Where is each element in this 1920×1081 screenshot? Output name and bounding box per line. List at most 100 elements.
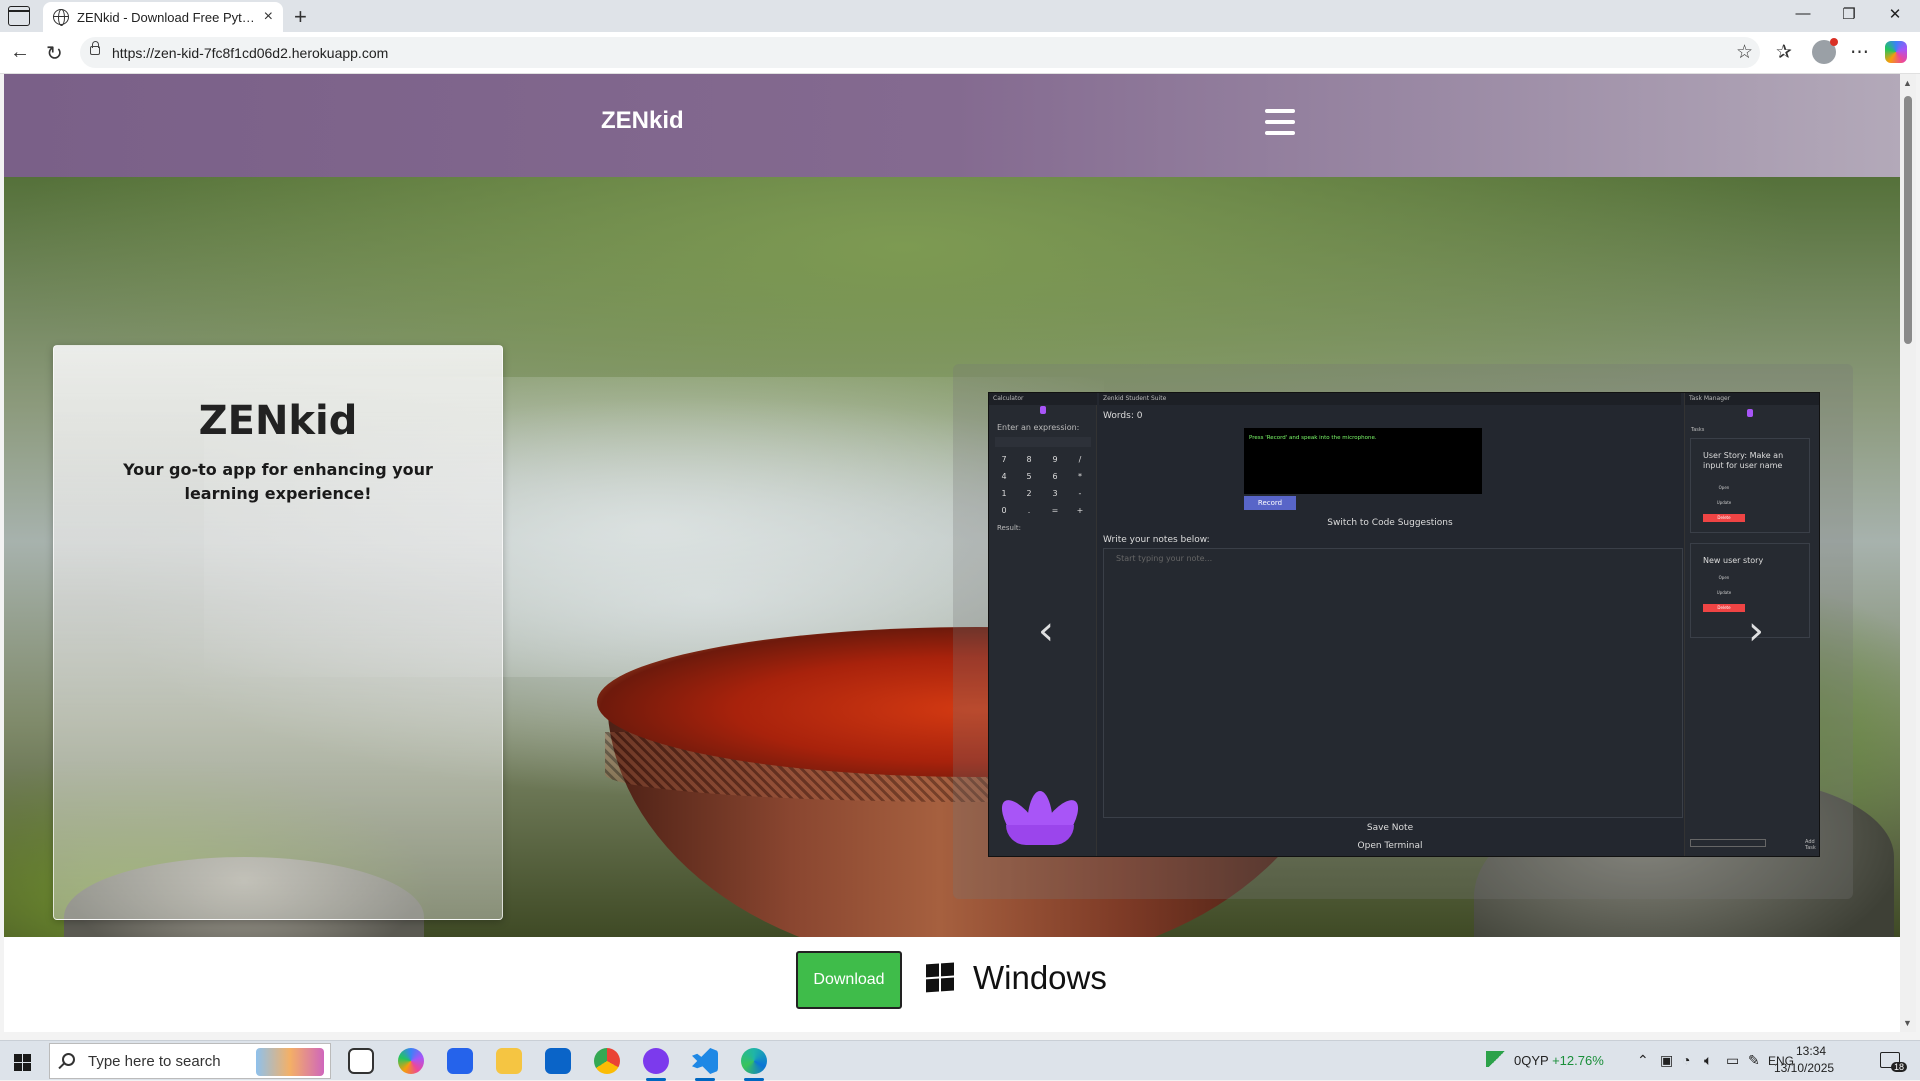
windows-logo-icon [926,962,954,992]
page-viewport: ZENkid ZENkid Your go-to app for enhanci… [4,74,1900,1032]
taskbar-search-box[interactable]: Type here to search [49,1043,331,1079]
stock-ticker: 0QYP [1514,1053,1549,1068]
globe-icon [53,9,69,26]
calculator-key: 2 [1026,489,1032,498]
meet-now-icon[interactable]: ▣ [1660,1052,1673,1069]
stock-widget[interactable]: 0QYP +12.76% [1486,1053,1604,1068]
calculator-key: 7 [1001,455,1007,464]
calculator-key: 6 [1052,472,1058,481]
microsoft-store-icon[interactable] [447,1048,473,1074]
calculator-key: - [1078,489,1082,498]
calculator-key: 4 [1001,472,1007,481]
task-update-button: Update [1716,500,1732,505]
intro-tagline: Your go-to app for enhancing your learni… [123,460,433,503]
volume-icon[interactable]: 🔈︎ [1704,1052,1712,1069]
calculator-expression-label: Enter an expression: [997,423,1080,432]
record-button: Record [1244,496,1296,510]
vscode-icon[interactable] [692,1048,718,1074]
screenshot-carousel: Calculator Enter an expression: 7 8 9 / … [953,364,1853,899]
more-options-icon[interactable]: ⋯ [1850,41,1869,64]
page-scrollbar[interactable]: ▲ ▼ [1900,74,1916,1032]
wifi-icon[interactable]: ◔ [1682,1052,1690,1068]
display-icon[interactable]: ▭ [1726,1052,1739,1069]
hamburger-menu-icon[interactable] [1265,109,1297,137]
lock-icon[interactable] [90,41,100,55]
reload-icon[interactable]: ↻ [46,41,63,66]
calculator-key: 9 [1052,455,1058,464]
clock-date[interactable]: 13/10/2025 [1774,1061,1834,1075]
download-section: Download Windows [4,937,1900,1032]
notification-count-badge: 18 [1891,1062,1908,1072]
calculator-key: + [1076,506,1084,515]
intro-title: ZENkid [198,398,358,444]
add-task-button: Add Task [1805,839,1816,851]
show-hidden-icons-icon[interactable]: ⌃ [1637,1052,1649,1069]
favorites-icon[interactable]: ✰ [1776,41,1792,64]
back-icon[interactable]: ← [10,41,30,64]
minimize-icon[interactable]: — [1780,5,1826,22]
file-explorer-icon[interactable] [496,1048,522,1074]
search-placeholder: Type here to search [88,1052,221,1070]
calculator-result-label: Result: [997,524,1021,532]
search-highlight-image [256,1048,324,1076]
tab-title: ZENkid - Download Free Python E [77,9,256,25]
calculator-key: = [1051,506,1059,515]
save-note-button: Save Note [1366,823,1414,833]
url-text: https://zen-kid-7fc8f1cd06d2.herokuapp.c… [112,44,389,61]
outlook-icon[interactable] [545,1048,571,1074]
intro-card: ZENkid Your go-to app for enhancing your… [53,345,503,920]
windows-taskbar: Type here to search 0QYP +12.76% ⌃ ▣ ◔ 🔈… [0,1040,1920,1081]
address-bar[interactable]: https://zen-kid-7fc8f1cd06d2.herokuapp.c… [80,37,1760,68]
task-manager-window-title: Task Manager [1685,393,1819,405]
carousel-next-button[interactable]: › [1748,608,1764,654]
restore-icon[interactable]: ❐ [1826,5,1872,23]
task-title: New user story [1703,556,1764,565]
pen-icon[interactable]: ✎ [1748,1052,1760,1069]
site-logo[interactable]: ZENkid [601,107,684,135]
copilot-icon[interactable] [1885,41,1907,63]
calculator-expression-input [995,437,1091,447]
task-view-icon[interactable] [348,1048,374,1074]
browser-toolbar: ← ↻ https://zen-kid-7fc8f1cd06d2.herokua… [0,32,1920,74]
scroll-up-icon[interactable]: ▲ [1903,78,1912,88]
scroll-thumb[interactable] [1904,96,1912,344]
edge-icon[interactable] [741,1048,767,1074]
close-window-icon[interactable]: ✕ [1872,5,1918,23]
search-icon [62,1053,75,1066]
calculator-key: 1 [1001,489,1007,498]
task-card: User Story: Make an input for user name … [1690,438,1810,533]
notes-textarea: Start typing your note... [1103,548,1683,818]
download-button[interactable]: Download [796,951,902,1009]
chrome-profile-icon[interactable] [643,1048,669,1074]
platform-label: Windows [973,959,1107,996]
calculator-key: / [1078,455,1082,464]
notes-label: Write your notes below: [1103,535,1210,545]
task-input [1690,839,1766,847]
site-header: ZENkid [4,74,1900,177]
calculator-key: 8 [1026,455,1032,464]
carousel-prev-button[interactable]: ‹ [1038,608,1054,654]
clock-time[interactable]: 13:34 [1782,1044,1840,1058]
lotus-logo-icon [994,788,1086,847]
notes-pane: Zenkid Student Suite Words: 0 Press 'Rec… [1099,393,1683,856]
copilot-app-icon[interactable] [398,1048,424,1074]
close-tab-icon[interactable]: × [264,8,273,26]
open-terminal-button: Open Terminal [1357,841,1423,851]
suite-window-title: Zenkid Student Suite [1099,393,1681,405]
favorite-star-icon[interactable]: ☆ [1736,41,1753,64]
browser-tab-active[interactable]: ZENkid - Download Free Python E × [43,2,283,32]
start-menu-icon[interactable] [14,1054,31,1071]
chrome-icon[interactable] [594,1048,620,1074]
task-title: User Story: Make an input for user name [1703,451,1784,470]
calculator-key: 0 [1001,506,1007,515]
new-tab-button[interactable]: + [294,4,307,30]
hero-section: ZENkid Your go-to app for enhancing your… [4,177,1900,937]
tasks-label: Tasks [1691,427,1705,433]
tab-actions-icon[interactable] [8,6,30,26]
calculator-key: 5 [1026,472,1032,481]
stock-change: +12.76% [1552,1053,1604,1068]
profile-avatar-icon[interactable] [1812,38,1838,64]
task-update-button: Update [1716,590,1732,595]
scroll-down-icon[interactable]: ▼ [1903,1018,1912,1028]
task-delete-button: Delete [1703,514,1745,522]
